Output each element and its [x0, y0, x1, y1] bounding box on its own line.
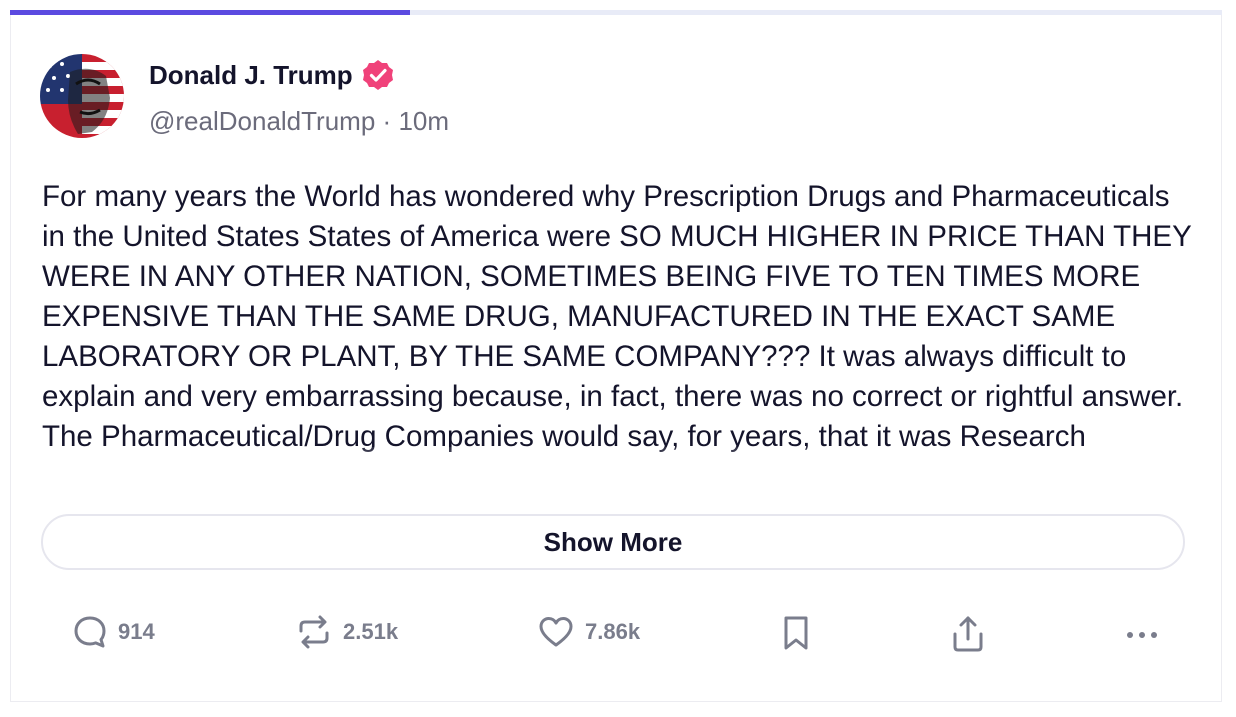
separator: ·	[382, 106, 392, 136]
post-time[interactable]: 10m	[398, 106, 449, 136]
post-text: For many years the World has wondered wh…	[42, 180, 1192, 453]
reply-count: 914	[118, 619, 155, 644]
like-count: 7.86k	[585, 619, 641, 644]
show-more-button[interactable]: Show More	[41, 514, 1185, 570]
reply-button[interactable]: 914	[72, 614, 155, 650]
handle-row: @realDonaldTrump · 10m	[149, 106, 449, 137]
verified-badge-icon	[361, 58, 395, 92]
author-name[interactable]: Donald J. Trump	[149, 60, 353, 91]
repost-button[interactable]: 2.51k	[295, 614, 398, 650]
text-fade-overlay	[42, 447, 1192, 492]
like-button[interactable]: 7.86k	[537, 614, 640, 650]
repost-count: 2.51k	[343, 619, 399, 644]
heart-icon	[539, 617, 573, 647]
share-button[interactable]	[950, 614, 986, 654]
author-row: Donald J. Trump	[149, 58, 395, 92]
more-button[interactable]	[1122, 614, 1162, 650]
repost-icon	[299, 615, 329, 649]
bookmark-icon	[784, 616, 808, 650]
share-icon	[953, 616, 983, 652]
more-icon	[1127, 632, 1157, 638]
bookmark-button[interactable]	[780, 614, 812, 652]
author-handle[interactable]: @realDonaldTrump	[149, 106, 375, 136]
avatar[interactable]	[40, 54, 124, 138]
reply-icon	[74, 616, 106, 648]
